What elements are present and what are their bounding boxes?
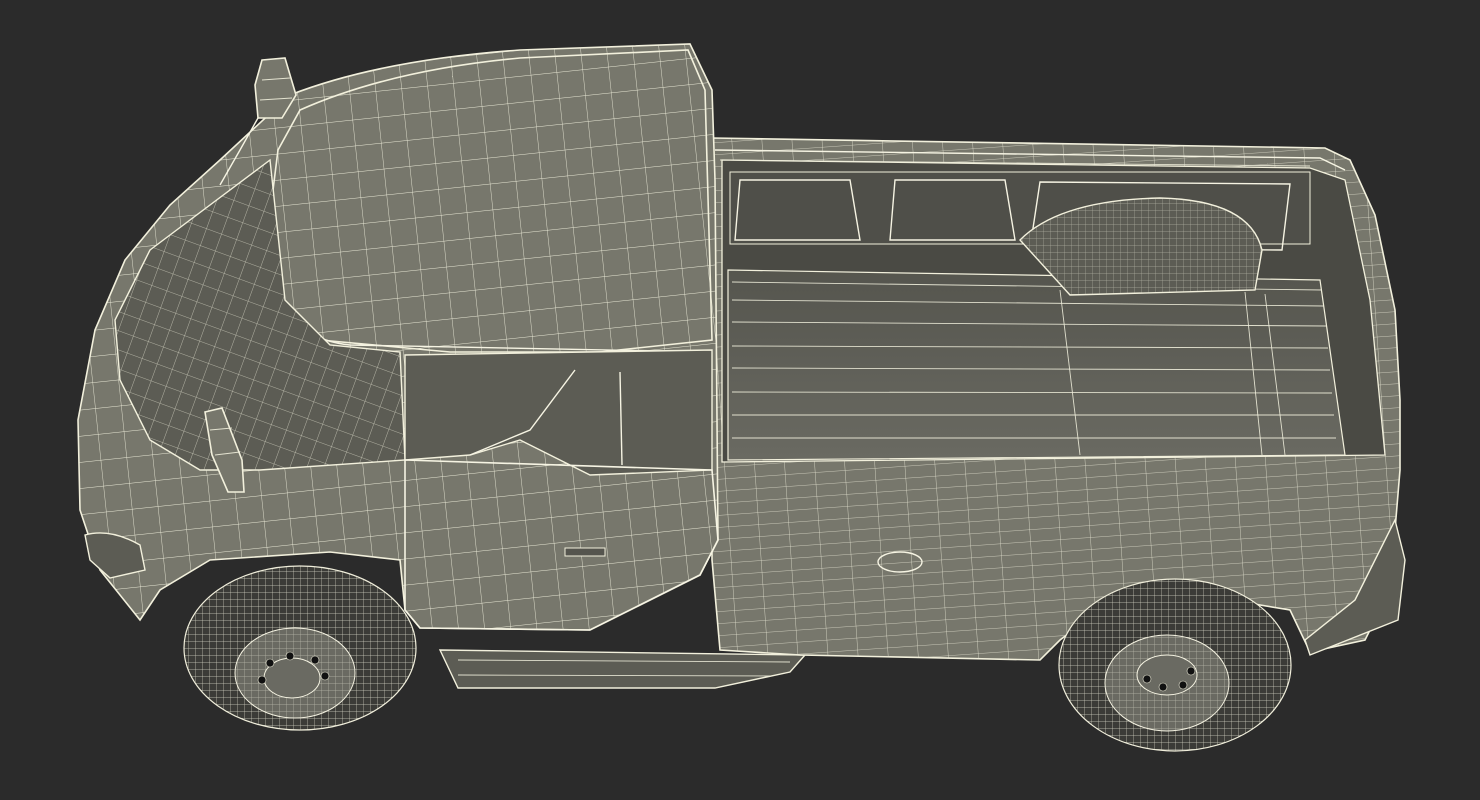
door-handle — [564, 547, 606, 557]
truck-wireframe-render — [77, 43, 1406, 752]
side-window — [404, 349, 713, 476]
cargo-bed-interior — [714, 149, 1386, 463]
front-wheel — [183, 565, 417, 731]
running-board — [438, 649, 807, 689]
render-viewport — [0, 0, 1480, 800]
rear-wheel — [1058, 578, 1292, 752]
